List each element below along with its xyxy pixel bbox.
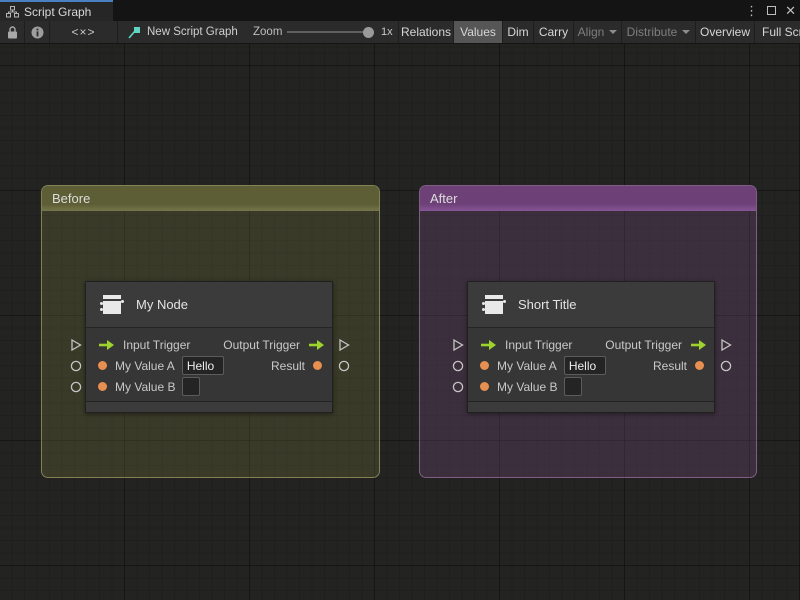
script-graph-asset-icon bbox=[128, 26, 140, 39]
graph-asset-name: New Script Graph bbox=[147, 26, 238, 38]
group-before-header[interactable]: Before bbox=[42, 186, 379, 211]
tab-bar: Script Graph ⋮ ✕ bbox=[0, 0, 800, 21]
external-flow-input-port[interactable] bbox=[451, 339, 464, 351]
flow-input-icon[interactable] bbox=[98, 339, 115, 351]
toolbar-button-group: Relations Values Dim Carry Align Distrib… bbox=[398, 21, 800, 43]
trigger-port-row: Input Trigger Output Trigger bbox=[86, 334, 332, 355]
graph-toolbar: <×> New Script Graph Zoom 1x Relations V… bbox=[0, 21, 800, 44]
value-a-port-row: My Value A Result bbox=[468, 355, 714, 376]
zoom-value: 1x bbox=[381, 26, 393, 38]
external-value-port[interactable] bbox=[69, 360, 82, 372]
value-b-field[interactable] bbox=[182, 377, 201, 396]
dim-button[interactable]: Dim bbox=[502, 21, 533, 43]
code-icon: <×> bbox=[71, 25, 96, 39]
value-b-field[interactable] bbox=[564, 377, 583, 396]
group-after-header[interactable]: After bbox=[420, 186, 756, 211]
zoom-slider[interactable] bbox=[287, 31, 369, 33]
value-a-port-row: My Value A Result bbox=[86, 355, 332, 376]
graph-tree-icon bbox=[6, 5, 19, 17]
value-input-icon[interactable] bbox=[480, 382, 489, 391]
external-value-port[interactable] bbox=[69, 381, 82, 393]
lock-icon bbox=[7, 25, 17, 38]
node-title: My Node bbox=[136, 297, 189, 312]
value-input-icon[interactable] bbox=[480, 361, 489, 370]
node-footer bbox=[86, 401, 332, 412]
value-input-icon[interactable] bbox=[98, 382, 107, 391]
value-b-port-row: My Value B bbox=[468, 376, 714, 397]
external-flow-input-port[interactable] bbox=[69, 339, 82, 351]
node-short-title[interactable]: Short Title Input Trigger Output Trigger bbox=[452, 281, 732, 413]
graph-canvas[interactable]: Before After My Node Input Trigger Outpu… bbox=[0, 44, 800, 600]
values-button[interactable]: Values bbox=[453, 21, 502, 43]
external-flow-output-port[interactable] bbox=[337, 339, 350, 351]
script-graph-window: Script Graph ⋮ ✕ <×> New Script Graph Zo… bbox=[0, 0, 800, 600]
external-value-port[interactable] bbox=[719, 360, 732, 372]
flow-output-icon[interactable] bbox=[308, 339, 325, 351]
zoom-label: Zoom bbox=[253, 26, 283, 38]
external-value-port[interactable] bbox=[451, 360, 464, 372]
align-dropdown[interactable]: Align bbox=[573, 21, 621, 43]
overview-button[interactable]: Overview bbox=[695, 21, 754, 43]
value-a-field[interactable] bbox=[181, 356, 224, 375]
relations-button[interactable]: Relations bbox=[398, 21, 453, 43]
chevron-down-icon bbox=[682, 30, 691, 34]
value-a-field[interactable] bbox=[563, 356, 606, 375]
edit-source-button[interactable]: <×> bbox=[50, 21, 117, 43]
info-button[interactable] bbox=[25, 21, 49, 43]
graph-asset-indicator[interactable]: New Script Graph bbox=[128, 21, 238, 43]
lock-button[interactable] bbox=[0, 21, 24, 43]
value-input-icon[interactable] bbox=[98, 361, 107, 370]
node-header[interactable]: Short Title bbox=[468, 282, 714, 328]
tab-script-graph[interactable]: Script Graph bbox=[0, 0, 113, 21]
external-value-port[interactable] bbox=[337, 360, 350, 372]
external-flow-output-port[interactable] bbox=[719, 339, 732, 351]
full-screen-button[interactable]: Full Screen bbox=[754, 21, 800, 43]
window-menu-icon[interactable]: ⋮ bbox=[745, 0, 758, 21]
zoom-slider-thumb[interactable] bbox=[363, 27, 374, 38]
maximize-icon[interactable] bbox=[767, 6, 777, 15]
chevron-down-icon bbox=[609, 30, 618, 34]
unit-icon bbox=[482, 294, 506, 314]
close-icon[interactable]: ✕ bbox=[785, 0, 796, 21]
flow-output-icon[interactable] bbox=[690, 339, 707, 351]
node-footer bbox=[468, 401, 714, 412]
external-value-port[interactable] bbox=[451, 381, 464, 393]
value-b-port-row: My Value B bbox=[86, 376, 332, 397]
trigger-port-row: Input Trigger Output Trigger bbox=[468, 334, 714, 355]
group-title: After bbox=[430, 191, 458, 206]
unit-icon bbox=[100, 294, 124, 314]
window-controls: ⋮ ✕ bbox=[745, 0, 796, 21]
value-output-icon[interactable] bbox=[695, 361, 704, 370]
value-output-icon[interactable] bbox=[313, 361, 322, 370]
distribute-dropdown[interactable]: Distribute bbox=[621, 21, 695, 43]
flow-input-icon[interactable] bbox=[480, 339, 497, 351]
tab-title: Script Graph bbox=[24, 4, 92, 19]
node-header[interactable]: My Node bbox=[86, 282, 332, 328]
node-title: Short Title bbox=[518, 297, 577, 312]
node-my-node[interactable]: My Node Input Trigger Output Trigger My … bbox=[70, 281, 350, 413]
group-title: Before bbox=[52, 191, 91, 206]
info-icon bbox=[31, 26, 43, 38]
carry-button[interactable]: Carry bbox=[533, 21, 573, 43]
